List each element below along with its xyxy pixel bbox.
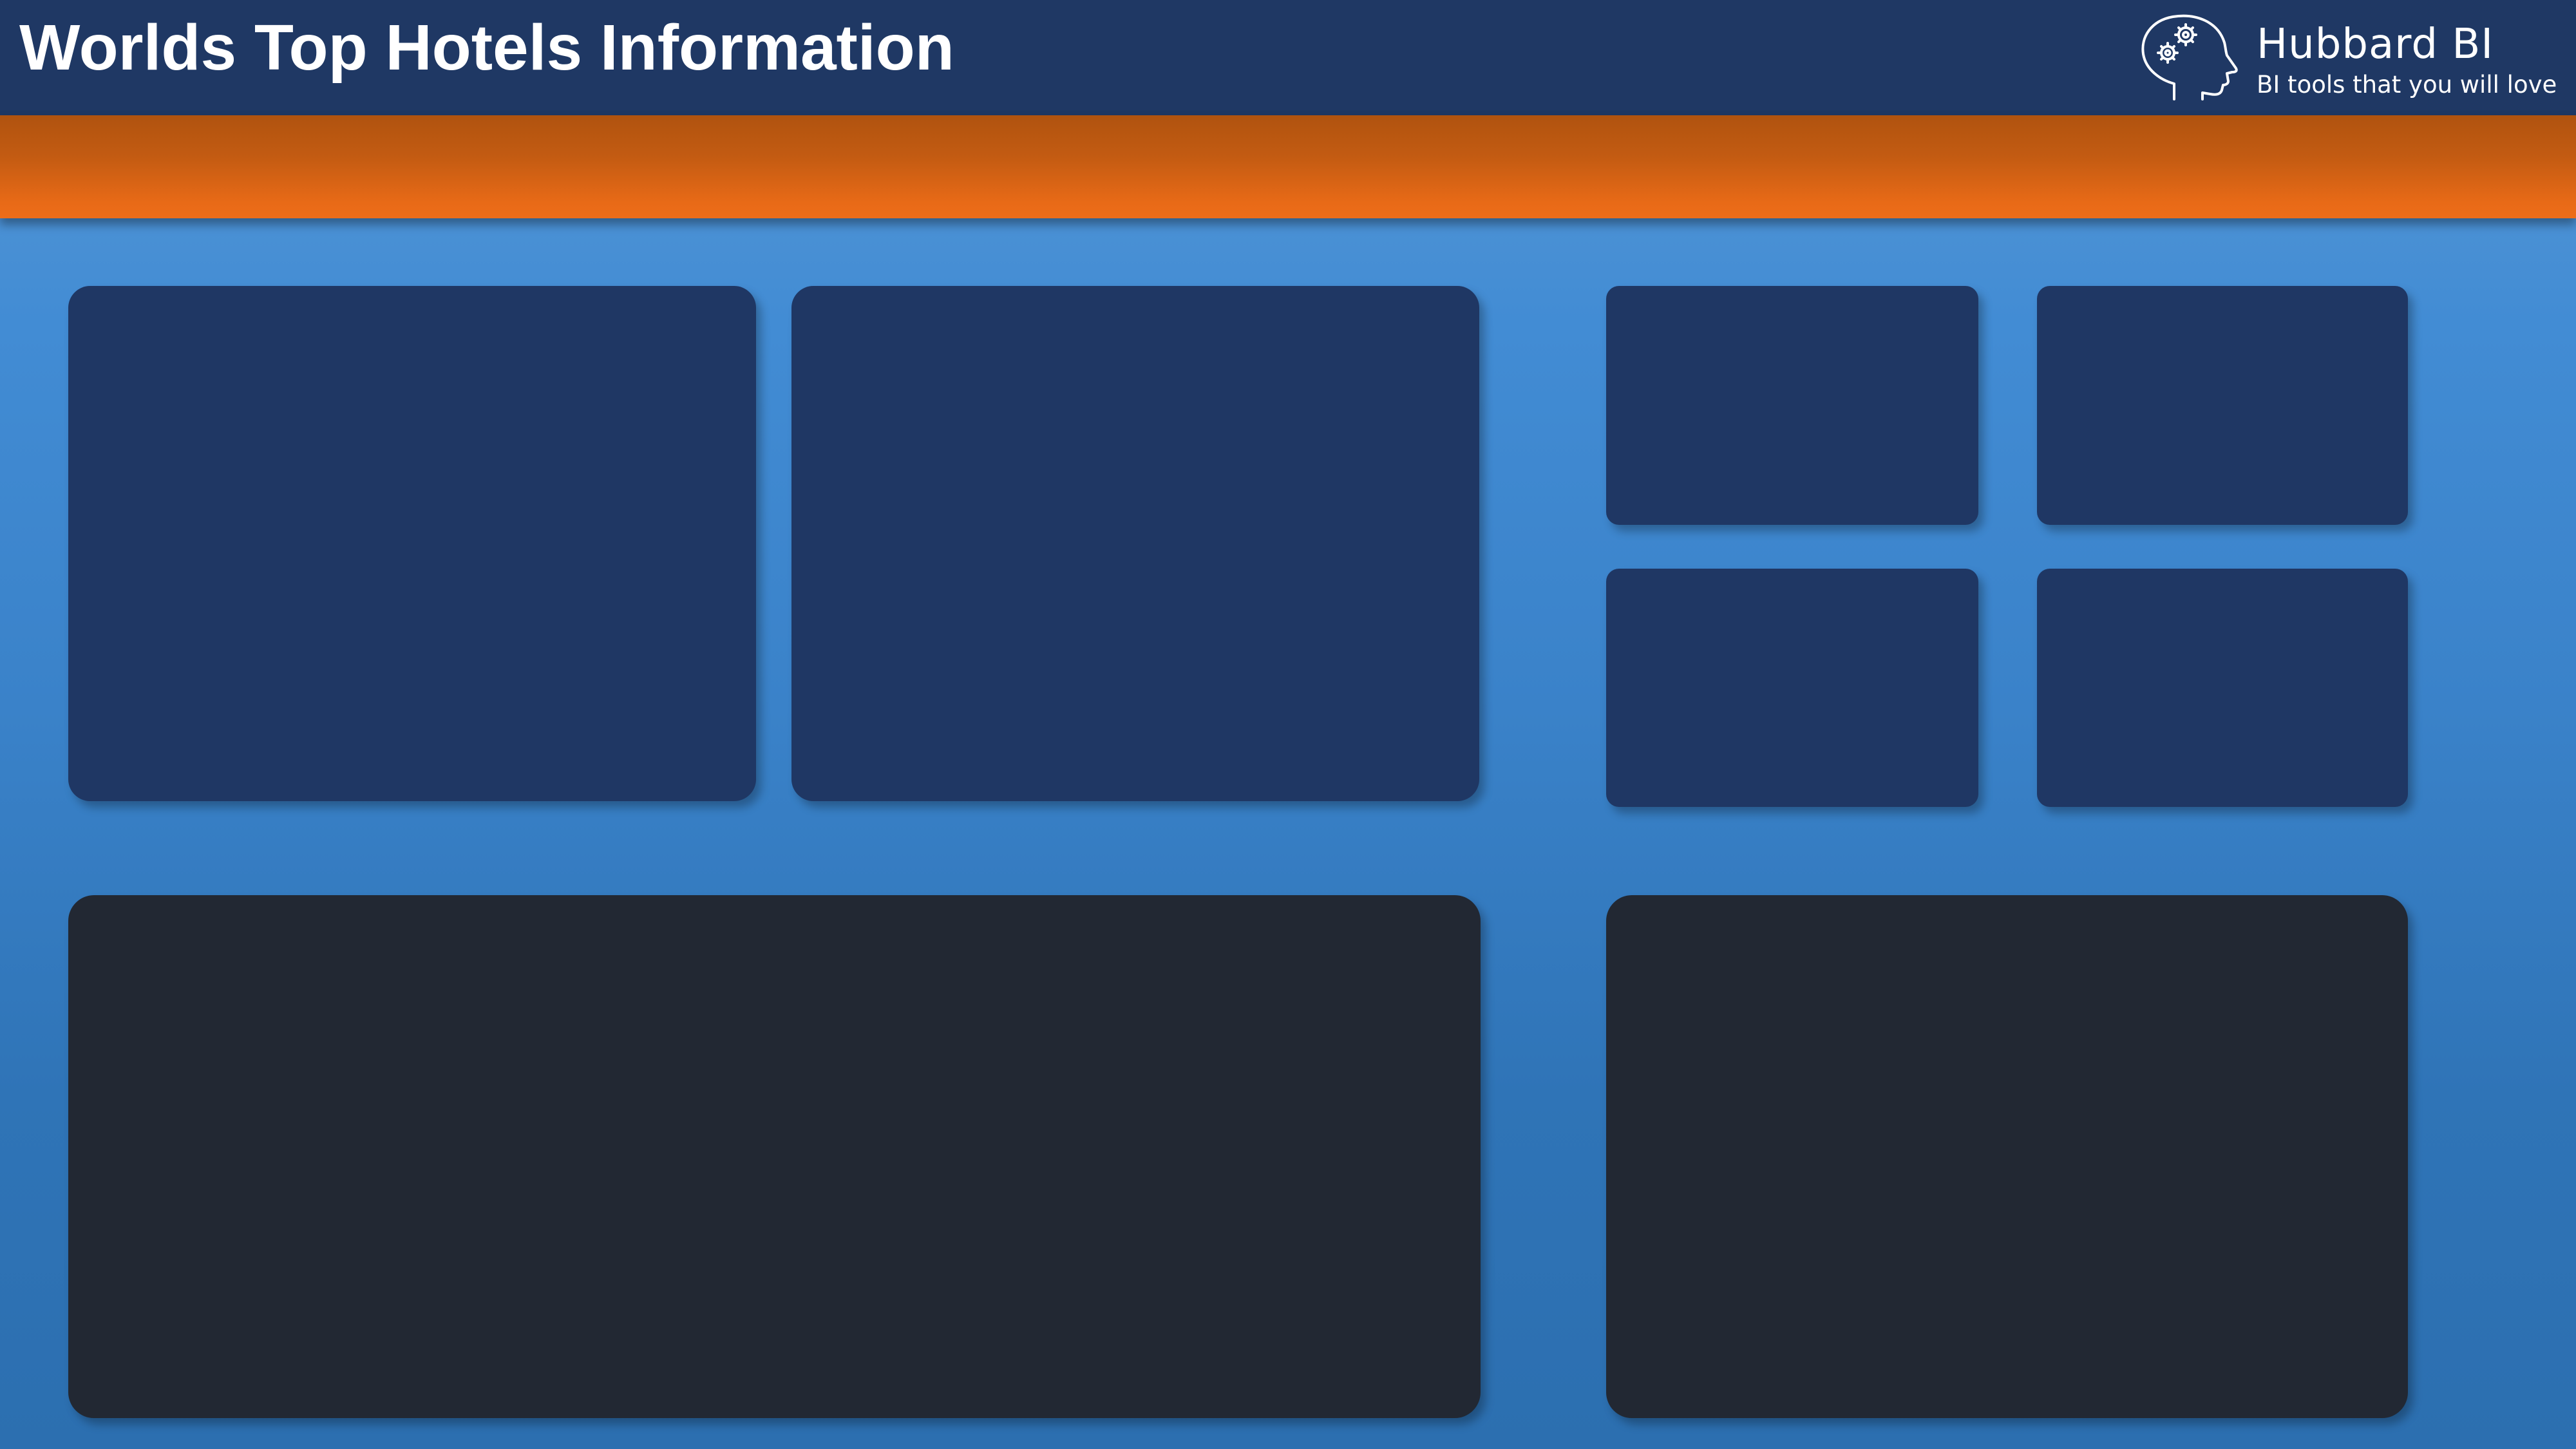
panel-bottom-left	[68, 895, 1481, 1418]
accent-banner	[0, 115, 2576, 218]
page-title: Worlds Top Hotels Information	[19, 12, 954, 84]
brand-block: Hubbard BI BI tools that you will love	[2137, 13, 2557, 103]
brand-tagline: BI tools that you will love	[2257, 71, 2557, 99]
kpi-card-3	[1606, 569, 1978, 807]
panel-top-left	[68, 286, 756, 801]
panel-bottom-right	[1606, 895, 2408, 1418]
kpi-card-4	[2037, 569, 2408, 807]
brand-name: Hubbard BI	[2257, 21, 2494, 68]
kpi-card-1	[1606, 286, 1978, 525]
panel-top-center	[791, 286, 1479, 801]
header-bar: Worlds Top Hotels Information Hubbard BI…	[0, 0, 2576, 115]
head-with-gears-icon	[2141, 14, 2238, 100]
kpi-card-2	[2037, 286, 2408, 525]
